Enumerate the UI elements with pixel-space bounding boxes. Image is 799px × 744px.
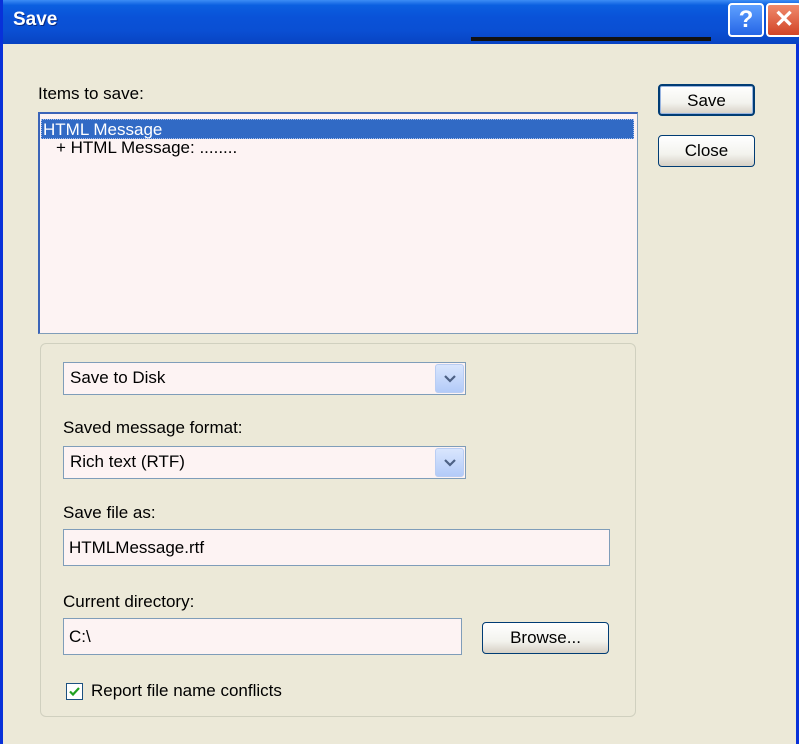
- destination-value: Save to Disk: [70, 368, 166, 387]
- help-button[interactable]: ?: [728, 3, 764, 37]
- list-item[interactable]: HTML Message: [41, 119, 634, 139]
- current-directory-input[interactable]: [64, 619, 461, 654]
- format-value: Rich text (RTF): [70, 452, 185, 471]
- save-file-as-field[interactable]: [63, 529, 610, 566]
- format-dropdown[interactable]: Rich text (RTF): [63, 446, 466, 479]
- dropdown-button[interactable]: [435, 448, 464, 477]
- window-title: Save: [13, 9, 58, 30]
- browse-button[interactable]: Browse...: [482, 622, 609, 654]
- close-button[interactable]: Close: [658, 135, 755, 167]
- dropdown-button[interactable]: [435, 364, 464, 393]
- list-item[interactable]: + HTML Message: ........: [56, 138, 237, 158]
- checkmark-icon: [69, 687, 80, 697]
- save-dialog: Save ? ✕ Items to save: HTML Message + H…: [0, 0, 799, 744]
- report-conflicts-checkbox[interactable]: [66, 683, 83, 700]
- items-to-save-label: Items to save:: [38, 84, 144, 103]
- destination-dropdown[interactable]: Save to Disk: [63, 362, 466, 395]
- current-directory-field[interactable]: [63, 618, 462, 655]
- close-icon: ✕: [773, 6, 795, 33]
- title-bar-strip: [471, 37, 711, 41]
- chevron-down-icon: [444, 459, 456, 467]
- save-file-as-label: Save file as:: [63, 503, 156, 522]
- save-file-as-input[interactable]: [64, 530, 609, 565]
- format-label: Saved message format:: [63, 418, 243, 437]
- title-bar[interactable]: Save ? ✕: [3, 0, 799, 44]
- items-to-save-list[interactable]: HTML Message + HTML Message: ........: [38, 112, 638, 334]
- window-close-button[interactable]: ✕: [766, 3, 799, 37]
- chevron-down-icon: [444, 375, 456, 383]
- save-button[interactable]: Save: [658, 84, 755, 116]
- report-conflicts-label[interactable]: Report file name conflicts: [91, 681, 282, 701]
- current-directory-label: Current directory:: [63, 592, 195, 611]
- help-icon: ?: [738, 6, 754, 33]
